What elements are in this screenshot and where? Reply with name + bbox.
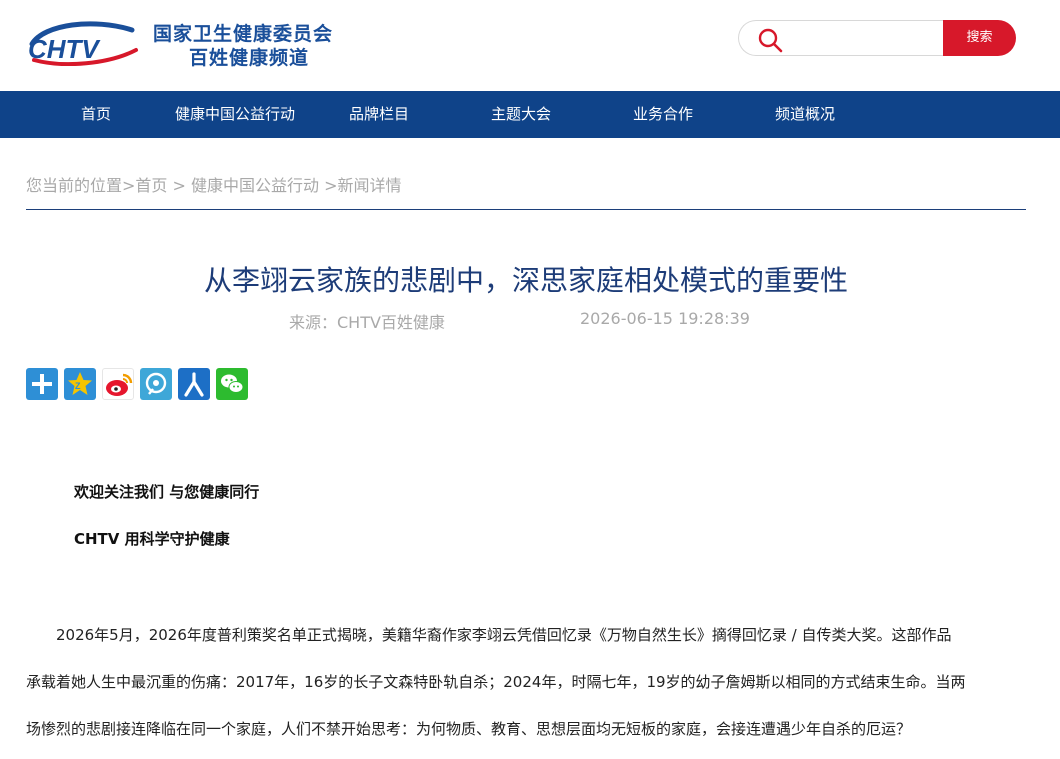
weibo-icon[interactable]	[102, 368, 134, 400]
nav-item-theme-conference[interactable]: 主题大会	[491, 91, 551, 138]
paragraph-line: 场惨烈的悲剧接连降临在同一个家庭，人们不禁开始思考：为何物质、教育、思想层面均无…	[26, 720, 912, 738]
search-icon	[758, 28, 783, 53]
lead-line-2: CHTV 用科学守护健康	[74, 530, 230, 548]
nav-item-brand-columns[interactable]: 品牌栏目	[349, 91, 409, 138]
renren-icon[interactable]	[178, 368, 210, 400]
nav-item-home[interactable]: 首页	[81, 91, 111, 138]
logo-wordmark: CHTV	[28, 34, 101, 64]
breadcrumb-current: 新闻详情	[337, 176, 402, 195]
breadcrumb-separator: >	[167, 176, 192, 195]
lead-line-1: 欢迎关注我们 与您健康同行	[74, 483, 260, 501]
chtv-logo-icon: CHTV	[28, 21, 138, 66]
site-logo[interactable]: CHTV 国家卫生健康委员会 百姓健康频道	[24, 18, 364, 69]
qzone-icon[interactable]: Z	[64, 368, 96, 400]
org-name: 国家卫生健康委员会	[153, 23, 334, 45]
wechat-icon[interactable]	[216, 368, 248, 400]
search-input[interactable]	[791, 27, 941, 51]
paragraph-line: 承载着她人生中最沉重的伤痛：2017年，16岁的长子文森特卧轨自杀；2024年，…	[26, 673, 966, 691]
search-bar: 搜索	[738, 20, 1016, 56]
search-box	[738, 20, 954, 56]
nav-item-healthy-china[interactable]: 健康中国公益行动	[175, 91, 295, 138]
tencent-weibo-icon[interactable]	[140, 368, 172, 400]
channel-name: 百姓健康频道	[189, 47, 310, 69]
breadcrumb-prefix: 您当前的位置>	[26, 176, 136, 195]
article-title: 从李翊云家族的悲剧中，深思家庭相处模式的重要性	[203, 264, 848, 297]
breadcrumb-section-link[interactable]: 健康中国公益行动	[191, 176, 319, 195]
article-date: 2026-06-15 19:28:39	[580, 309, 750, 328]
svg-text:Z: Z	[75, 381, 81, 391]
paragraph-line: 2026年5月，2026年度普利策奖名单正式揭晓，美籍华裔作家李翊云凭借回忆录《…	[26, 626, 952, 644]
search-button[interactable]: 搜索	[943, 20, 1016, 56]
breadcrumb-divider	[26, 209, 1026, 210]
nav-item-business[interactable]: 业务合作	[633, 91, 693, 138]
article-paragraph: 2026年5月，2026年度普利策奖名单正式揭晓，美籍华裔作家李翊云凭借回忆录《…	[26, 612, 1036, 753]
breadcrumb-separator: >	[319, 176, 338, 195]
nav-item-channel-overview[interactable]: 频道概况	[775, 91, 835, 138]
main-nav: 首页 健康中国公益行动 品牌栏目 主题大会 业务合作 频道概况	[0, 91, 1060, 138]
plus-share-icon[interactable]	[26, 368, 58, 400]
breadcrumb: 您当前的位置>首页 > 健康中国公益行动 >新闻详情	[26, 172, 402, 196]
breadcrumb-home-link[interactable]: 首页	[135, 176, 167, 195]
article-source: 来源：CHTV百姓健康	[289, 313, 445, 332]
site-header: CHTV 国家卫生健康委员会 百姓健康频道 搜索	[0, 0, 1060, 91]
